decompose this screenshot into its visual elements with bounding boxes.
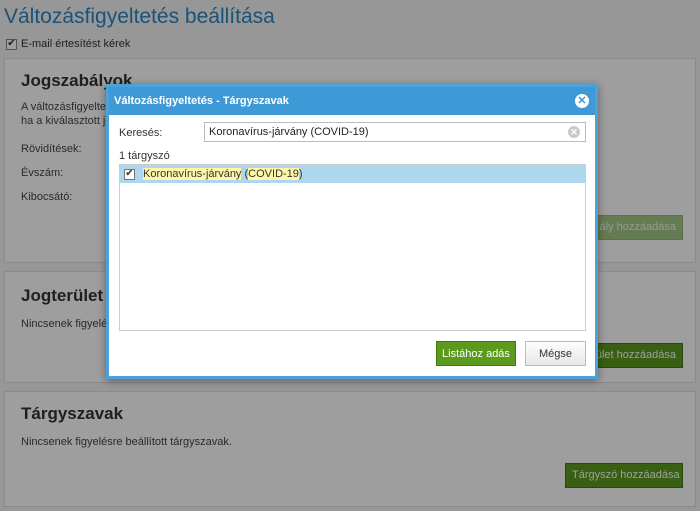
clear-search-icon[interactable]: ✕ (568, 126, 580, 138)
list-item[interactable]: ✔ Koronavírus-járvány (COVID-19) (120, 165, 585, 183)
topics-dialog: Változásfigyeltetés - Tárgyszavak ✕ Kere… (106, 84, 598, 379)
list-item-label: Koronavírus-járvány (COVID-19) (143, 168, 303, 180)
highlight-term-1: Koronavírus-járvány (143, 168, 242, 180)
list-item-checkbox[interactable]: ✔ (124, 168, 135, 180)
search-label: Keresés: (119, 127, 163, 139)
search-input[interactable] (204, 122, 586, 142)
cancel-button[interactable]: Mégse (525, 341, 586, 366)
highlight-term-2: COVID-19 (248, 168, 299, 180)
add-to-list-button[interactable]: Listához adás (436, 341, 516, 366)
results-list[interactable]: ✔ Koronavírus-járvány (COVID-19) (119, 164, 586, 331)
close-icon[interactable]: ✕ (575, 94, 589, 108)
result-count: 1 tárgyszó (119, 150, 170, 162)
dialog-title: Változásfigyeltetés - Tárgyszavak (114, 95, 289, 107)
dialog-header: Változásfigyeltetés - Tárgyszavak ✕ (109, 87, 595, 115)
close-paren: ) (298, 168, 303, 180)
